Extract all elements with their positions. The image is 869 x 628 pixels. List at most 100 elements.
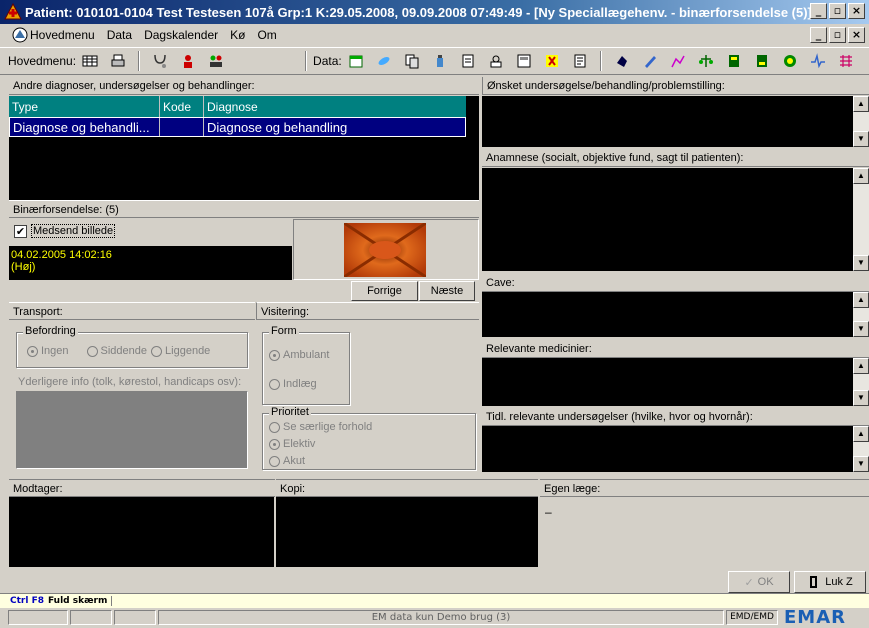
notebook2-icon[interactable] (754, 53, 770, 69)
mdi-maximize-button[interactable]: ▫ (829, 27, 846, 43)
column-diagnose[interactable]: Diagnose (204, 96, 466, 117)
egen-laege-value: – (545, 505, 552, 519)
anamnese-header: Anamnese (socialt, objektive fund, sagt … (482, 149, 869, 167)
document-icon[interactable] (460, 53, 476, 69)
window-title: Patient: 010101-0104 Test Testesen 107å … (25, 4, 812, 20)
shortcut-label[interactable]: Fuld skærm (48, 596, 113, 606)
kopi-field[interactable] (276, 497, 538, 567)
table-row[interactable]: Diagnose og behandli... Diagnose og beha… (9, 117, 466, 137)
patient-red-icon[interactable] (180, 53, 196, 69)
ok-button[interactable]: ✓ OK (728, 571, 790, 593)
form-groupbox: Form Ambulant Indlæg (262, 325, 350, 405)
toolbar-separator (599, 51, 602, 71)
toolbar-separator (305, 51, 308, 71)
cell-type: Diagnose og behandli... (10, 118, 160, 136)
stamp-icon[interactable] (488, 53, 504, 69)
radio-elektiv[interactable]: Elektiv (269, 438, 315, 450)
radio-ambulant[interactable]: Ambulant (269, 349, 329, 361)
ekg-icon[interactable] (810, 53, 826, 69)
scroll-up-icon[interactable]: ▲ (853, 426, 869, 442)
pill-icon[interactable] (376, 53, 392, 69)
radio-indlaeg[interactable]: Indlæg (269, 378, 317, 390)
binary-info-box: 04.02.2005 14:02:16 (Høj) (9, 246, 292, 280)
form-icon[interactable] (516, 53, 532, 69)
scroll-down-icon[interactable]: ▼ (853, 131, 869, 147)
patient-group-icon[interactable] (208, 53, 224, 69)
scroll-down-icon[interactable]: ▼ (853, 390, 869, 406)
scrollbar[interactable]: ▲ ▼ (853, 168, 869, 271)
status-user: EMD/EMD (726, 610, 778, 625)
visitering-header: Visitering: (256, 302, 479, 320)
print-icon[interactable] (110, 53, 126, 69)
medsend-checkbox-row[interactable]: ✔ Medsend billede (14, 224, 116, 238)
scale-icon[interactable] (698, 53, 714, 69)
befordring-groupbox: Befordring Ingen Siddende Liggende (16, 325, 248, 368)
radio-liggende[interactable]: Liggende (151, 345, 210, 357)
check-icon: ✓ (744, 576, 754, 589)
cave-field[interactable]: ▲ ▼ (482, 292, 869, 337)
hand-icon[interactable] (614, 53, 630, 69)
scrollbar[interactable]: ▲ ▼ (853, 426, 869, 472)
menu-hovedmenu[interactable]: Hovedmenu (30, 28, 101, 42)
close-window-button[interactable]: Luk Z (794, 571, 866, 593)
maximize-button[interactable]: ▫ (829, 3, 846, 19)
scroll-down-icon[interactable]: ▼ (853, 255, 869, 271)
modtager-field[interactable] (9, 497, 274, 567)
column-kode[interactable]: Kode (160, 96, 204, 117)
calendar-icon[interactable] (348, 53, 364, 69)
column-type[interactable]: Type (9, 96, 160, 117)
scrollbar[interactable]: ▲ ▼ (853, 358, 869, 406)
radio-ingen[interactable]: Ingen (27, 345, 69, 357)
mdi-minimize-button[interactable]: _ (810, 27, 827, 43)
diagnoses-table: Type Kode Diagnose Diagnose og behandli.… (9, 96, 466, 137)
scroll-down-icon[interactable]: ▼ (853, 321, 869, 337)
scroll-up-icon[interactable]: ▲ (853, 168, 869, 184)
radio-akut[interactable]: Akut (269, 455, 305, 467)
close-button[interactable]: × (848, 3, 865, 19)
title-bar: Patient: 010101-0104 Test Testesen 107å … (0, 0, 869, 24)
extra-info-label: Yderligere info (tolk, kørestol, handica… (18, 376, 242, 388)
copy-icon[interactable] (404, 53, 420, 69)
app-icon (4, 3, 22, 20)
exit-door-icon (810, 576, 818, 588)
menu-koe[interactable]: Kø (224, 28, 251, 42)
tidl-header: Tidl. relevante undersøgelser (hvilke, h… (482, 408, 869, 426)
image-thumbnail[interactable] (344, 223, 426, 277)
tidl-field[interactable]: ▲ ▼ (482, 426, 869, 472)
table-pattern-icon[interactable] (838, 53, 854, 69)
medicin-field[interactable]: ▲ ▼ (482, 358, 869, 406)
previous-button[interactable]: Forrige (351, 281, 418, 301)
scroll-down-icon[interactable]: ▼ (853, 456, 869, 472)
next-button[interactable]: Næste (419, 281, 475, 301)
transport-header: Transport: (9, 302, 255, 320)
pen-icon[interactable] (642, 53, 658, 69)
binary-timestamp: 04.02.2005 14:02:16 (11, 249, 112, 261)
image-preview-frame (293, 219, 479, 280)
radio-siddende[interactable]: Siddende (86, 345, 147, 357)
scrollbar[interactable]: ▲ ▼ (853, 292, 869, 337)
scroll-up-icon[interactable]: ▲ (853, 292, 869, 308)
scroll-up-icon[interactable]: ▲ (853, 96, 869, 112)
vaccine-icon[interactable] (782, 53, 798, 69)
checkbox[interactable]: ✔ (14, 224, 27, 238)
modtager-header: Modtager: (9, 479, 275, 497)
grid-icon[interactable] (82, 53, 98, 69)
form-label: Form (269, 325, 299, 337)
minimize-button[interactable]: _ (810, 3, 827, 19)
bottle-icon[interactable] (432, 53, 448, 69)
menu-dagskalender[interactable]: Dagskalender (138, 28, 224, 42)
onsket-field[interactable]: ▲ ▼ (482, 96, 869, 147)
menu-om[interactable]: Om (251, 28, 282, 42)
notebook-icon[interactable] (726, 53, 742, 69)
anamnese-field[interactable]: ▲ ▼ (482, 168, 869, 271)
letter-icon[interactable] (572, 53, 588, 69)
xray-icon[interactable] (544, 53, 560, 69)
scrollbar[interactable]: ▲ ▼ (853, 96, 869, 147)
radio-saerlige[interactable]: Se særlige forhold (269, 421, 372, 433)
chart-icon[interactable] (670, 53, 686, 69)
menu-data[interactable]: Data (101, 28, 138, 42)
extra-info-field[interactable] (16, 391, 248, 469)
mdi-close-button[interactable]: × (848, 27, 865, 43)
scroll-up-icon[interactable]: ▲ (853, 358, 869, 374)
stethoscope-icon[interactable] (152, 53, 168, 69)
